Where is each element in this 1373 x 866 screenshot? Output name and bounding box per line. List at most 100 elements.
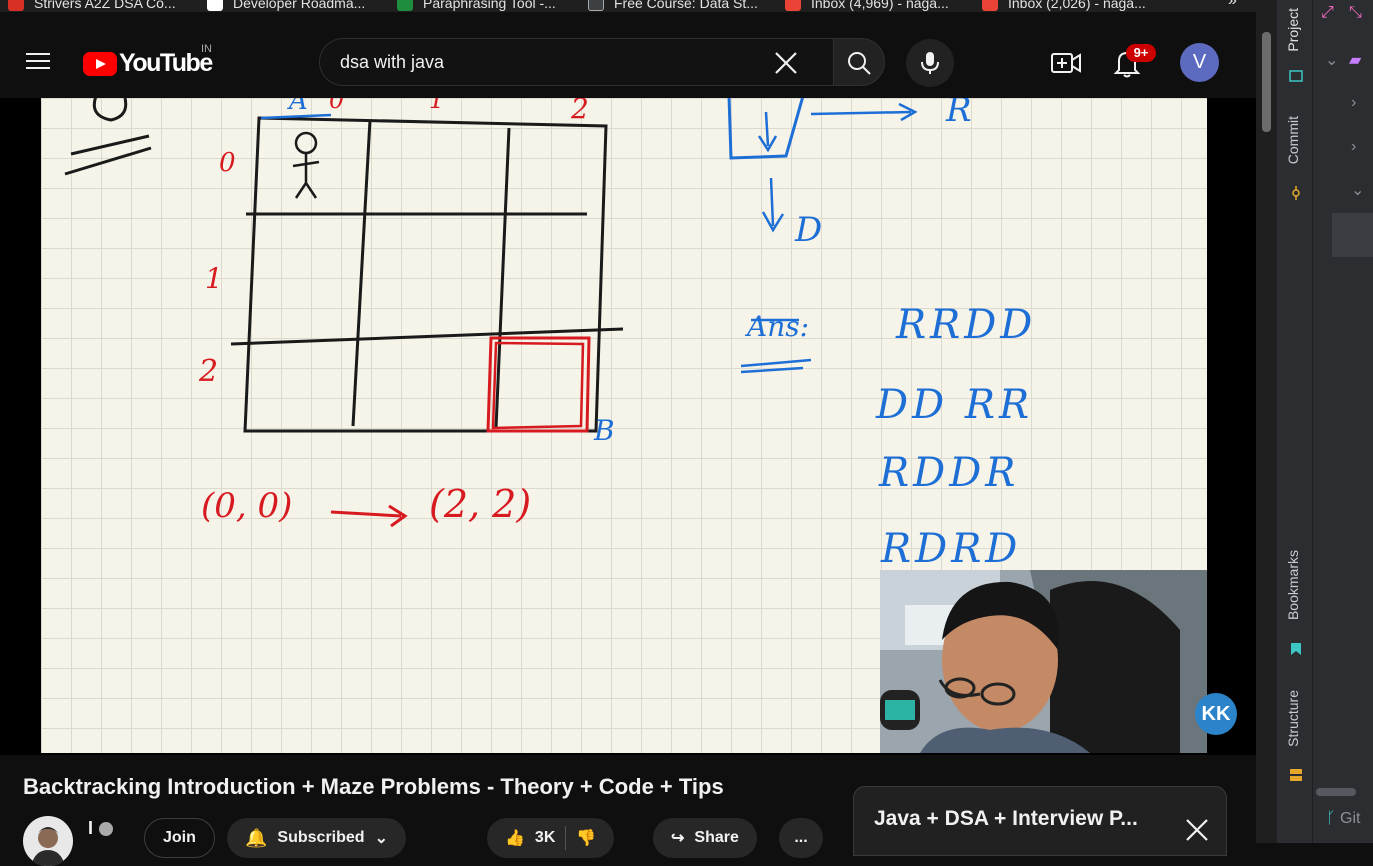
- notification-count-badge: 9+: [1126, 44, 1156, 62]
- playlist-title[interactable]: Java + DSA + Interview P...: [874, 807, 1138, 831]
- hamburger-menu-icon[interactable]: [22, 48, 54, 74]
- page-scrollbar[interactable]: [1256, 12, 1276, 843]
- chevron-down-icon: ⌄: [374, 830, 388, 847]
- git-label: Git: [1340, 810, 1361, 827]
- search-icon: [848, 52, 871, 75]
- verified-badge-icon: [99, 821, 114, 836]
- presenter-image: [880, 570, 1207, 753]
- ide-project-tree: ⤢ ⤡ ⌄ ▰ › › ⌄: [1313, 0, 1373, 843]
- more-actions-button[interactable]: ...: [779, 818, 823, 858]
- commit-icon: [1292, 186, 1300, 200]
- share-button[interactable]: ↪ Share: [653, 818, 757, 858]
- right-move-label: R: [946, 98, 972, 130]
- scrollbar-thumb[interactable]: [1262, 32, 1271, 132]
- video-player[interactable]: A 0 1 2 0 1 2 B (0, 0) (2, 2) R D Ans: R…: [0, 98, 1256, 755]
- collapse-icon[interactable]: ⤡: [1349, 4, 1362, 22]
- microphone-icon: [921, 52, 939, 74]
- structure-icon: [1290, 769, 1302, 781]
- expand-icon[interactable]: ⤢: [1321, 4, 1334, 22]
- chevron-right-icon[interactable]: ›: [1351, 94, 1356, 112]
- channel-name-text: I: [88, 818, 94, 838]
- to-coordinate: (2, 2): [429, 482, 532, 526]
- answer-path: RDRD: [881, 526, 1022, 572]
- search-box: [319, 38, 833, 86]
- like-dislike-group: 👍 3K 👎: [487, 818, 615, 858]
- more-icon: ...: [794, 829, 808, 846]
- thumbs-down-icon[interactable]: 👎: [576, 828, 596, 848]
- bookmark-favicon-icon: [588, 0, 604, 11]
- share-icon: ↪: [671, 830, 685, 847]
- chevron-down-icon[interactable]: ⌄: [1325, 50, 1338, 70]
- chevron-right-icon[interactable]: ›: [1351, 138, 1356, 156]
- tab-commit[interactable]: Commit: [1285, 116, 1301, 164]
- answer-path: RRDD: [896, 302, 1037, 348]
- youtube-header: YouTube IN 9+ V: [0, 12, 1256, 98]
- thumbs-up-icon[interactable]: 👍: [505, 828, 525, 848]
- channel-avatar-image: [31, 827, 65, 866]
- youtube-wordmark: YouTube: [119, 49, 213, 77]
- bookmark-paraphrasing-tool[interactable]: Paraphrasing Tool -...: [397, 0, 556, 12]
- row-label: 1: [205, 262, 223, 295]
- close-icon[interactable]: [1184, 817, 1210, 843]
- bookmark-favicon-icon: [397, 0, 413, 11]
- youtube-logo[interactable]: YouTube IN: [83, 43, 213, 78]
- bookmark-developer-roadmaps[interactable]: Developer Roadma...: [207, 0, 365, 12]
- ide-side-panel: Project Commit Bookmarks Structure ⤢ ⤡ ⌄…: [1276, 0, 1373, 843]
- end-label: B: [594, 414, 615, 447]
- share-label: Share: [694, 829, 739, 846]
- playlist-panel: Java + DSA + Interview P...: [853, 786, 1227, 856]
- bookmarks-bar: Strivers A2Z DSA Co... Developer Roadma.…: [0, 0, 1276, 12]
- channel-avatar[interactable]: [23, 816, 73, 866]
- tab-project[interactable]: Project: [1285, 8, 1301, 52]
- col-label: 2: [571, 98, 589, 125]
- bookmark-inbox-1[interactable]: Inbox (4,969) - naga...: [785, 0, 949, 12]
- notification-bell-ringing-icon: 🔔: [245, 827, 268, 848]
- bookmark-strivers[interactable]: Strivers A2Z DSA Co...: [8, 0, 176, 12]
- channel-name[interactable]: I: [88, 818, 114, 839]
- clear-search-icon[interactable]: [772, 49, 800, 77]
- create-video-icon[interactable]: [1050, 48, 1082, 78]
- divider: [565, 826, 567, 850]
- ide-tool-rail: Project Commit Bookmarks Structure: [1277, 0, 1313, 843]
- like-count[interactable]: 3K: [535, 829, 555, 847]
- subscribed-label: Subscribed: [277, 829, 365, 846]
- project-icon: [1289, 70, 1303, 82]
- row-label: 2: [199, 354, 219, 389]
- bookmark-free-course[interactable]: Free Course: Data St...: [588, 0, 758, 12]
- channel-watermark-button[interactable]: KK: [1195, 693, 1237, 735]
- from-coordinate: (0, 0): [201, 486, 293, 526]
- answer-path: DD RR: [876, 382, 1034, 428]
- row-label: 0: [219, 148, 236, 178]
- bookmark-inbox-2[interactable]: Inbox (2,026) - naga...: [982, 0, 1146, 12]
- more-bookmarks-icon[interactable]: »: [1228, 0, 1237, 10]
- git-branch-icon: ᚴ: [1326, 810, 1341, 827]
- tab-structure[interactable]: Structure: [1285, 690, 1301, 747]
- down-move-label: D: [795, 210, 823, 250]
- join-label: Join: [163, 829, 196, 846]
- tab-bookmarks[interactable]: Bookmarks: [1285, 550, 1301, 620]
- gmail-icon: [982, 0, 998, 11]
- search-button[interactable]: [833, 38, 885, 86]
- gmail-icon: [785, 0, 801, 11]
- presenter-webcam: [880, 570, 1207, 753]
- bookmarks-icon: [1291, 643, 1301, 655]
- join-button[interactable]: Join: [144, 818, 215, 858]
- region-code: IN: [201, 43, 212, 55]
- voice-search-button[interactable]: [906, 39, 954, 87]
- answer-path: RDDR: [879, 450, 1020, 496]
- video-title: Backtracking Introduction + Maze Problem…: [23, 774, 724, 799]
- answer-heading: Ans:: [747, 310, 810, 343]
- bookmark-favicon-icon: [207, 0, 223, 11]
- search-input[interactable]: [340, 49, 760, 75]
- ide-selected-row[interactable]: [1332, 213, 1373, 257]
- folder-icon: ▰: [1349, 52, 1362, 69]
- bookmark-favicon-icon: [8, 0, 24, 11]
- git-tool-button[interactable]: ᚴ Git: [1326, 810, 1361, 828]
- subscribed-button[interactable]: 🔔 Subscribed ⌄: [227, 818, 406, 858]
- youtube-play-icon: [83, 51, 117, 76]
- chevron-down-icon[interactable]: ⌄: [1351, 180, 1364, 200]
- start-label: A: [289, 98, 308, 116]
- ide-scroll-indicator[interactable]: [1316, 788, 1356, 796]
- col-label: 1: [429, 98, 445, 114]
- user-avatar[interactable]: V: [1180, 43, 1219, 82]
